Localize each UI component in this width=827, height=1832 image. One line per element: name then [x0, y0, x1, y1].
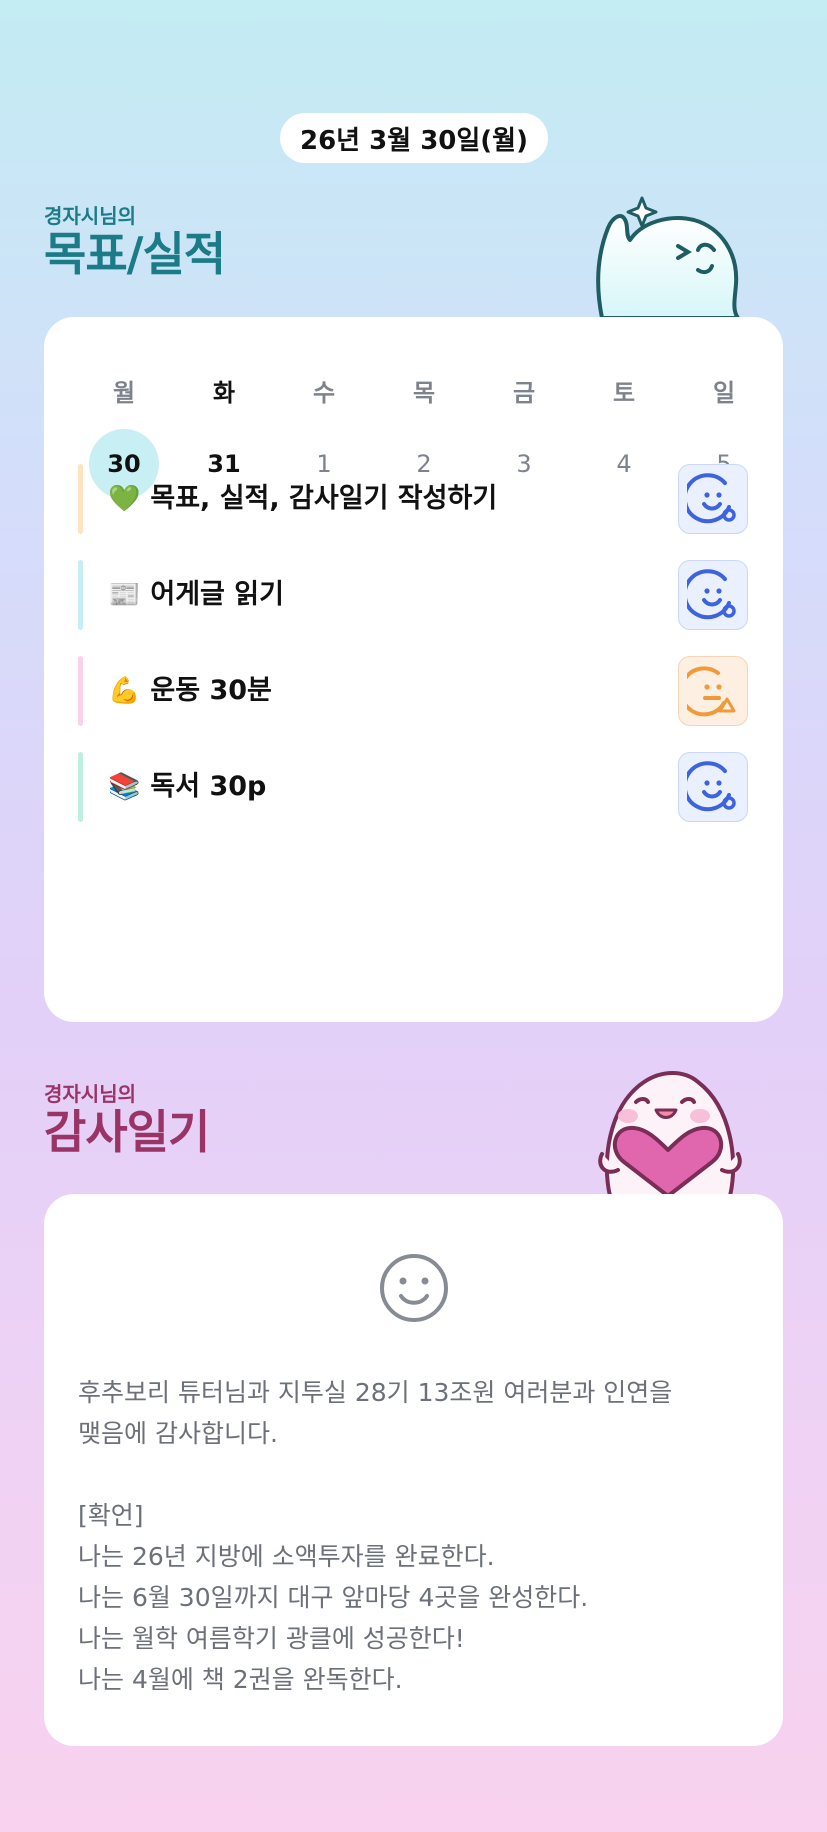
task-emoji-icon: 📚	[108, 772, 141, 802]
diary-subtitle: 경자시님의	[44, 1082, 136, 1106]
goals-card: 월 화 수 목 금 토 일 30 31 1 2 3 4 5 💚목표, 실적, 감…	[44, 317, 783, 1022]
smile-icon	[380, 1254, 448, 1322]
task-emoji-icon: 📰	[108, 580, 141, 610]
status-pending-face-button[interactable]	[678, 656, 748, 726]
weekday-label: 토	[612, 379, 636, 407]
status-smile-face-button[interactable]	[678, 464, 748, 534]
status-smile-face-button[interactable]	[678, 560, 748, 630]
smile-face-icon	[687, 569, 736, 620]
smile-face-icon	[687, 761, 736, 812]
task-row[interactable]: 💪 운동 30분	[78, 656, 748, 726]
diary-entry-text: 후추보리 튜터님과 지투실 28기 13조원 여러분과 인연을 맺음에 감사합니…	[78, 1378, 673, 1694]
ghost-mascot-illustration	[596, 196, 740, 318]
weekday-label: 월	[112, 379, 136, 407]
diary-section-title: 경자시님의 감사일기	[44, 1082, 210, 1159]
task-row[interactable]: 💚 목표, 실적, 감사일기 작성하기	[78, 464, 748, 534]
task-label-text: 운동 30분	[150, 675, 272, 706]
diary-card: 후추보리 튜터님과 지투실 28기 13조원 여러분과 인연을 맺음에 감사합니…	[44, 1194, 783, 1746]
task-label-text: 독서 30p	[150, 771, 267, 802]
task-color-bar	[78, 656, 83, 726]
weekday-label: 금	[512, 379, 536, 407]
weekday-label: 목	[412, 379, 436, 407]
task-color-bar	[78, 560, 83, 630]
weekday-label: 화	[212, 379, 236, 407]
task-label-text: 목표, 실적, 감사일기 작성하기	[150, 483, 498, 514]
weekday-label: 일	[712, 379, 736, 407]
task-row[interactable]: 📚 독서 30p	[78, 752, 748, 822]
task-label: 💚 목표, 실적, 감사일기 작성하기	[108, 464, 497, 534]
weekday-header-row: 월 화 수 목 금 토 일	[74, 373, 774, 408]
task-color-bar	[78, 464, 83, 534]
task-label-text: 어게글 읽기	[150, 579, 284, 610]
status-smile-face-button[interactable]	[678, 752, 748, 822]
heart-mascot-illustration	[598, 1071, 742, 1196]
task-label: 💪 운동 30분	[108, 656, 272, 726]
smile-face-icon	[687, 473, 736, 524]
task-row[interactable]: 📰 어게글 읽기	[78, 560, 748, 630]
goals-title: 목표/실적	[44, 227, 226, 281]
goals-subtitle: 경자시님의	[44, 204, 136, 228]
task-emoji-icon: 💚	[108, 484, 141, 514]
neutral-face-icon	[687, 666, 736, 717]
task-label: 📰 어게글 읽기	[108, 560, 284, 630]
task-label: 📚 독서 30p	[108, 752, 266, 822]
task-emoji-icon: 💪	[108, 676, 141, 706]
task-color-bar	[78, 752, 83, 822]
date-pill[interactable]: 26년 3월 30일(월)	[280, 113, 548, 163]
weekday-label: 수	[312, 379, 336, 407]
diary-title: 감사일기	[44, 1105, 210, 1159]
goals-section-title: 경자시님의 목표/실적	[44, 204, 226, 281]
